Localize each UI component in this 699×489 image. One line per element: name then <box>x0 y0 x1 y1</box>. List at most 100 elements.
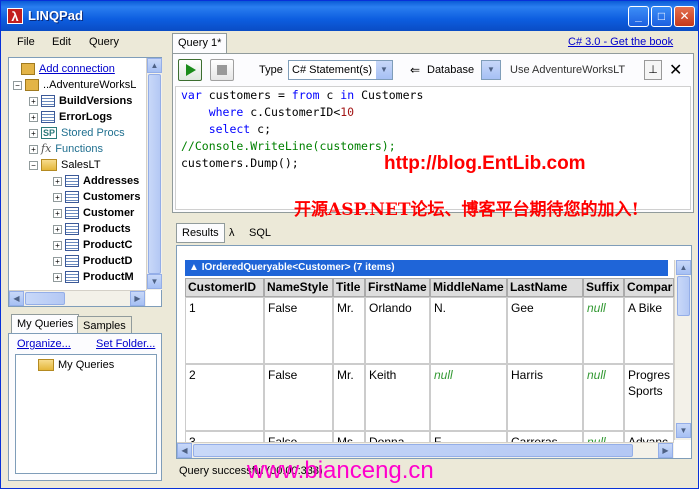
tab-samples[interactable]: Samples <box>77 316 132 334</box>
column-header[interactable]: FirstName <box>365 278 430 297</box>
column-header[interactable]: Title <box>333 278 365 297</box>
expand-icon[interactable]: + <box>53 272 62 282</box>
expand-icon[interactable]: + <box>53 240 62 250</box>
organize-link[interactable]: Organize... <box>17 338 71 350</box>
column-header[interactable]: LastName <box>507 278 583 297</box>
tree-vertical-scrollbar[interactable]: ▲ ▼ <box>146 58 162 290</box>
tree-item[interactable]: + ErrorLogs <box>29 109 112 125</box>
table-icon <box>41 111 55 124</box>
tab-lambda[interactable]: λ <box>229 227 235 239</box>
tree-item[interactable]: + fx Functions <box>29 141 103 157</box>
database-dropdown-button[interactable]: ▼ <box>481 60 501 80</box>
tree-item[interactable]: + ProductD <box>53 253 133 269</box>
code-line[interactable]: var customers = from c in Customers <box>181 87 423 104</box>
table-cell: Gee <box>507 297 583 364</box>
expand-icon[interactable]: + <box>53 224 62 234</box>
tree-item[interactable]: + SP Stored Procs <box>29 125 125 141</box>
maximize-button[interactable]: □ <box>651 6 672 27</box>
table-icon <box>65 255 79 268</box>
tree-item[interactable]: + ProductC <box>53 237 133 253</box>
expand-icon[interactable]: + <box>29 112 38 122</box>
collapse-arrow-icon[interactable]: ▲ <box>189 262 202 273</box>
expand-icon[interactable]: + <box>29 144 38 154</box>
results-scroll-right-icon[interactable]: ▶ <box>658 443 673 458</box>
tree-scroll-thumb[interactable] <box>148 74 161 274</box>
table-cell: 2 <box>185 364 264 431</box>
tree-item[interactable]: − SalesLT <box>29 157 101 173</box>
results-vertical-scrollbar[interactable]: ▲ ▼ <box>674 260 691 440</box>
run-button[interactable] <box>178 59 202 81</box>
set-folder-link[interactable]: Set Folder... <box>96 338 155 350</box>
tree-item-label: SalesLT <box>61 159 101 171</box>
tree-item[interactable]: + Customers <box>53 189 140 205</box>
window-title: LINQPad <box>28 8 83 23</box>
table-cell: Progres Sports <box>624 364 674 431</box>
results-scroll-left-icon[interactable]: ◀ <box>177 443 192 458</box>
tab-results[interactable]: Results <box>176 223 225 243</box>
column-header[interactable]: CustomerID <box>185 278 264 297</box>
code-line[interactable]: select c; <box>181 121 423 138</box>
stop-button[interactable] <box>210 59 234 81</box>
my-queries-folder[interactable]: My Queries <box>38 357 114 373</box>
menu-query[interactable]: Query <box>89 36 119 48</box>
type-select[interactable]: C# Statement(s) ▼ <box>288 60 393 80</box>
column-header[interactable]: NameStyle <box>264 278 333 297</box>
collapse-icon[interactable]: − <box>29 160 38 170</box>
expand-icon[interactable]: + <box>53 192 62 202</box>
results-hscroll-thumb[interactable] <box>193 444 633 457</box>
scroll-left-icon[interactable]: ◀ <box>9 291 24 306</box>
expand-icon[interactable]: + <box>53 176 62 186</box>
results-scroll-down-icon[interactable]: ▼ <box>676 423 691 438</box>
results-horizontal-scrollbar[interactable]: ◀ ▶ <box>177 442 674 458</box>
scroll-down-icon[interactable]: ▼ <box>147 274 162 289</box>
tree-item-label: Products <box>83 223 131 235</box>
book-link[interactable]: C# 3.0 - Get the book <box>568 36 673 48</box>
table-cell: Mr. <box>333 297 365 364</box>
minimize-button[interactable]: _ <box>628 6 649 27</box>
tree-item[interactable]: + Customer <box>53 205 134 221</box>
tree-item[interactable]: + BuildVersions <box>29 93 132 109</box>
expand-icon[interactable]: + <box>53 208 62 218</box>
tree-item-label: Customers <box>83 191 141 203</box>
results-scroll-thumb[interactable] <box>677 276 690 316</box>
tab-my-queries[interactable]: My Queries <box>11 314 80 334</box>
add-connection-row[interactable]: Add connection <box>13 61 115 77</box>
result-header[interactable]: ▲ IOrderedQueryable<Customer> (7 items) <box>185 260 668 276</box>
tab-query-1[interactable]: Query 1* <box>172 33 228 54</box>
menu-file[interactable]: File <box>17 36 35 48</box>
chevron-down-icon[interactable]: ▼ <box>376 61 392 79</box>
tree-hscroll-thumb[interactable] <box>25 292 65 305</box>
code-line[interactable]: where c.CustomerID<10 <box>181 104 423 121</box>
menu-edit[interactable]: Edit <box>52 36 71 48</box>
collapse-icon[interactable]: − <box>13 80 22 90</box>
results-scroll-up-icon[interactable]: ▲ <box>676 260 691 275</box>
expand-icon[interactable]: + <box>53 256 62 266</box>
scroll-up-icon[interactable]: ▲ <box>147 58 162 73</box>
tree-item[interactable]: + Products <box>53 221 131 237</box>
table-icon <box>65 175 79 188</box>
tab-sql[interactable]: SQL <box>249 227 271 239</box>
add-connection-link[interactable]: Add connection <box>39 63 115 75</box>
scroll-right-icon[interactable]: ▶ <box>130 291 145 306</box>
pin-icon[interactable]: ⊥ <box>644 60 662 80</box>
expand-icon[interactable]: + <box>29 128 38 138</box>
column-header[interactable]: Suffix <box>583 278 624 297</box>
tree-item[interactable]: + Addresses <box>53 173 139 189</box>
query-pane: Type C# Statement(s) ▼ ⇐ Database ▼ Use … <box>172 53 694 213</box>
column-header[interactable]: MiddleName <box>430 278 507 297</box>
expand-icon[interactable]: + <box>29 96 38 106</box>
table-icon <box>65 223 79 236</box>
column-header[interactable]: Compar <box>624 278 674 297</box>
tree-item[interactable]: + ProductM <box>53 269 134 285</box>
close-button[interactable]: ✕ <box>674 6 695 27</box>
close-query-icon[interactable]: ✕ <box>669 60 682 80</box>
tree-horizontal-scrollbar[interactable]: ◀ ▶ <box>9 290 146 306</box>
folder-icon <box>38 359 54 372</box>
blog-url-watermark: http://blog.EntLib.com <box>384 153 586 174</box>
table-cell: Keith <box>365 364 430 431</box>
table-cell: False <box>264 297 333 364</box>
code-editor[interactable]: var customers = from c in Customers wher… <box>175 86 691 210</box>
tree-item-label: ErrorLogs <box>59 111 113 123</box>
results-panel: ▲ IOrderedQueryable<Customer> (7 items) … <box>176 245 692 459</box>
database-node[interactable]: − ..AdventureWorksL <box>13 77 136 93</box>
